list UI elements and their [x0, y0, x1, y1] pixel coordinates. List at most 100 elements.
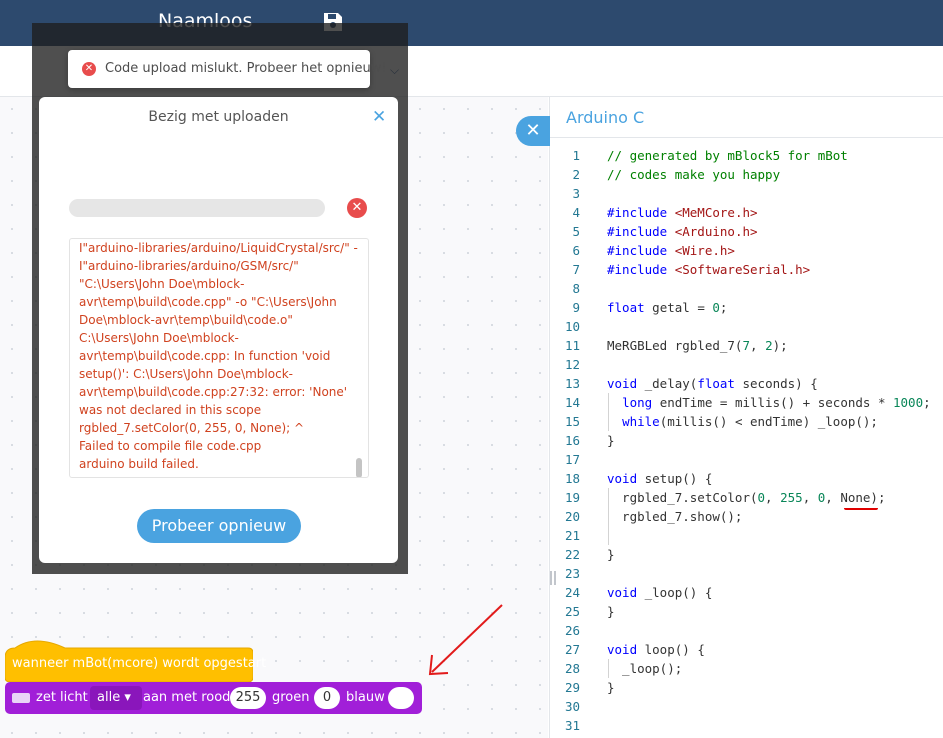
code-text: }: [607, 680, 615, 695]
code-text: #include <Arduino.h>: [607, 224, 758, 239]
code-line: 22}: [550, 545, 943, 564]
red-input[interactable]: 255: [230, 687, 266, 709]
code-editor[interactable]: 1 // generated by mBlock5 for mBot 2 // cod…: [550, 146, 943, 738]
log-line: avr\temp\build\code.cpp" -o "C:\Users\Jo…: [79, 295, 337, 309]
code-line: 29}: [550, 678, 943, 697]
log-line: avr\temp\build\code.cpp: In function 'vo…: [79, 349, 331, 363]
code-text: MeRGBLed rgbled_7(7, 2);: [607, 338, 788, 353]
code-panel-title: Arduino C: [566, 108, 645, 127]
upload-progress-bar: [69, 199, 325, 217]
code-line: 7 #include <SoftwareSerial.h>: [550, 260, 943, 279]
log-line: rgbled_7.setColor(0, 255, 0, None); ^: [79, 421, 305, 435]
line-number: 6: [572, 243, 580, 258]
line-number: 11: [564, 338, 580, 353]
indent-guide: [608, 393, 609, 431]
error-toast: ✕ Code upload mislukt. Probeer het opnie…: [68, 50, 387, 88]
block-text-green: groen: [272, 690, 310, 705]
line-number: 7: [572, 262, 580, 277]
line-number: 29: [564, 680, 580, 695]
line-number: 22: [564, 547, 580, 562]
code-text: void loop() {: [607, 642, 705, 657]
line-number: 21: [564, 528, 580, 543]
retry-button[interactable]: Probeer opnieuw: [137, 509, 301, 543]
code-text: long endTime = millis() + seconds * 1000…: [622, 395, 931, 410]
code-line: 31: [550, 716, 943, 735]
code-text: }: [607, 433, 615, 448]
led-position-dropdown[interactable]: alle ▾: [90, 686, 142, 710]
collapse-code-button[interactable]: ✕: [516, 116, 550, 146]
line-number: 12: [564, 357, 580, 372]
error-icon: ✕: [347, 198, 367, 218]
code-line: 11 MeRGBLed rgbled_7(7, 2);: [550, 336, 943, 355]
line-number: 17: [564, 452, 580, 467]
line-number: 15: [564, 414, 580, 429]
code-text: #include <MeMCore.h>: [607, 205, 758, 220]
code-line: 5 #include <Arduino.h>: [550, 222, 943, 241]
line-number: 10: [564, 319, 580, 334]
line-number: 4: [572, 205, 580, 220]
dropdown-value: alle ▾: [97, 690, 131, 705]
code-text: void _delay(float seconds) {: [607, 376, 818, 391]
mbot-icon: [12, 693, 30, 703]
code-line: 17: [550, 450, 943, 469]
log-line: I"arduino-libraries/arduino/GSM/src/": [79, 259, 299, 273]
code-line: 3: [550, 184, 943, 203]
blue-input[interactable]: [388, 687, 414, 709]
upload-log[interactable]: I"arduino-libraries/arduino/LiquidCrysta…: [69, 238, 369, 478]
hat-block-label: wanneer mBot(mcore) wordt opgestart: [12, 656, 267, 671]
log-line: Doe\mblock-avr\temp\build\code.o": [79, 313, 293, 327]
line-number: 23: [564, 566, 580, 581]
code-line: 10: [550, 317, 943, 336]
log-line: setup()': C:\Users\John Doe\mblock-: [79, 367, 293, 381]
code-line: 9 float getal = 0;: [550, 298, 943, 317]
code-text: float getal = 0;: [607, 300, 728, 315]
toast-message: Code upload mislukt. Probeer het opnieuw…: [105, 61, 387, 76]
block-text-set-light: zet licht: [36, 690, 88, 705]
line-number: 9: [572, 300, 580, 315]
code-line: 16}: [550, 431, 943, 450]
code-line: 6 #include <Wire.h>: [550, 241, 943, 260]
line-number: 25: [564, 604, 580, 619]
code-line: 12: [550, 355, 943, 374]
close-icon[interactable]: ✕: [372, 107, 386, 127]
line-number: 2: [572, 167, 580, 182]
code-text: }: [607, 604, 615, 619]
set-light-block[interactable]: zet licht alle ▾ aan met rood 255 groen …: [5, 682, 422, 714]
code-line: 30: [550, 697, 943, 716]
close-icon: ✕: [525, 120, 541, 141]
code-line: 1 // generated by mBlock5 for mBot: [550, 146, 943, 165]
x-circle-icon: ✕: [82, 62, 96, 76]
log-scrollbar[interactable]: [356, 458, 362, 477]
code-panel-divider: [550, 137, 943, 138]
code-text: }: [607, 547, 615, 562]
code-line: 25}: [550, 602, 943, 621]
line-number: 3: [572, 186, 580, 201]
line-number: 16: [564, 433, 580, 448]
line-number: 27: [564, 642, 580, 657]
line-number: 1: [572, 148, 580, 163]
line-number: 28: [564, 661, 580, 676]
log-line: "C:\Users\John Doe\mblock-: [79, 277, 245, 291]
log-text: I"arduino-libraries/arduino/LiquidCrysta…: [79, 239, 358, 473]
line-number: 31: [564, 718, 580, 733]
log-line: I"arduino-libraries/arduino/LiquidCrysta…: [79, 241, 358, 255]
dialog-title: Bezig met uploaden: [148, 109, 289, 125]
code-text: _loop();: [607, 661, 683, 676]
code-line: 27 void loop() {: [550, 640, 943, 659]
log-line: avr\temp\build\code.cpp:27:32: error: 'N…: [79, 385, 348, 399]
indent-guide: [608, 488, 609, 545]
block-text-red: aan met rood: [143, 690, 231, 705]
line-number: 24: [564, 585, 580, 600]
code-line: 8: [550, 279, 943, 298]
line-number: 18: [564, 471, 580, 486]
line-number: 19: [564, 490, 580, 505]
code-line: 23: [550, 564, 943, 583]
green-input[interactable]: 0: [314, 687, 340, 709]
upload-dialog: Bezig met uploaden ✕ ✕ I"arduino-librari…: [39, 97, 398, 563]
line-number: 14: [564, 395, 580, 410]
indent-guide: [608, 659, 609, 678]
code-text: // generated by mBlock5 for mBot: [607, 148, 848, 163]
code-text: #include <Wire.h>: [607, 243, 735, 258]
code-line: 18 void setup() {: [550, 469, 943, 488]
annotation-arrow: [428, 604, 503, 676]
